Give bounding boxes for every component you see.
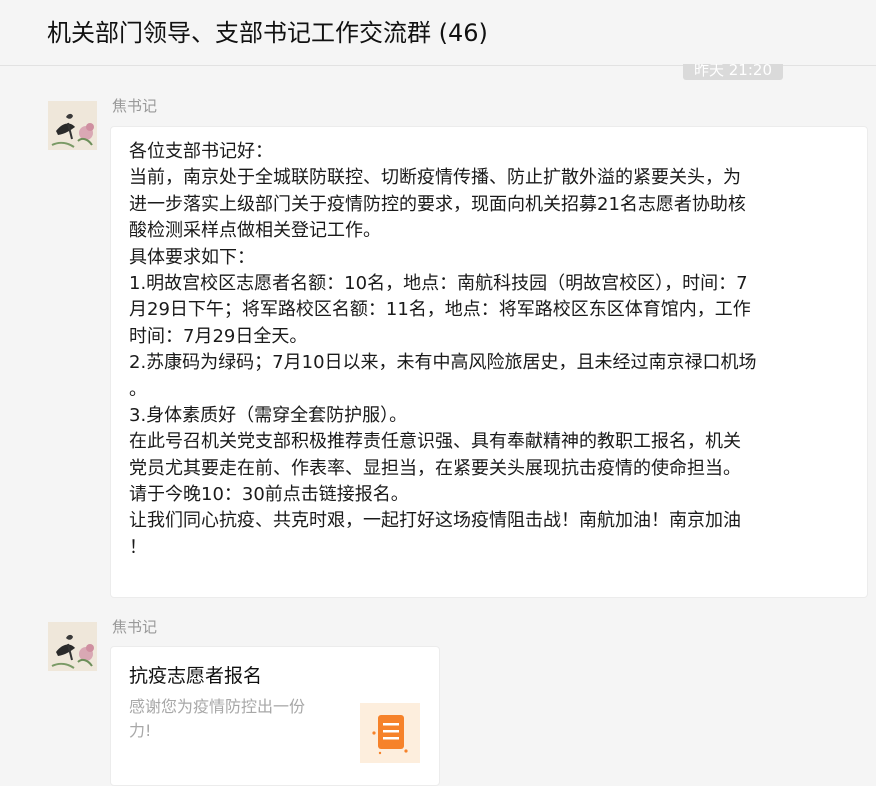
message-line: 具体要求如下：	[129, 246, 255, 268]
message-line: ！	[129, 536, 147, 558]
message-line: 时间：7月29日全天。	[129, 325, 308, 347]
sender-avatar[interactable]	[48, 101, 97, 150]
avatar-image	[48, 622, 97, 671]
link-card[interactable]: 抗疫志愿者报名 感谢您为疫情防控出一份 力!	[110, 646, 440, 786]
card-description-line: 力!	[129, 721, 152, 740]
message-line: 酸检测采样点做相关登记工作。	[129, 220, 381, 242]
message-line: 当前，南京处于全城联防联控、切断疫情传播、防止扩散外溢的紧要关头，为	[129, 167, 741, 189]
card-title: 抗疫志愿者报名	[129, 665, 263, 687]
message-line: 请于今晚10：30前点击链接报名。	[129, 484, 409, 506]
message-line: 各位支部书记好：	[129, 141, 273, 162]
message-line: 在此号召机关党支部积极推荐责任意识强、具有奉献精神的教职工报名，机关	[129, 431, 741, 453]
message-bubble[interactable]: 各位支部书记好： 当前，南京处于全城联防联控、切断疫情传播、防止扩散外溢的紧要关…	[110, 126, 868, 598]
message-line: 。	[129, 378, 147, 400]
message-line: 党员尤其要走在前、作表率、显担当，在紧要关头展现抗击疫情的使命担当。	[129, 457, 741, 479]
form-document-icon	[360, 703, 420, 763]
message-line: 1.明故宫校区志愿者名额：10名，地点：南航科技园（明故宫校区），时间：7	[129, 272, 748, 294]
message-line: 3.身体素质好（需穿全套防护服）。	[129, 404, 408, 426]
message-line: 进一步落实上级部门关于疫情防控的要求，现面向机关招募21名志愿者协助核	[129, 193, 746, 215]
sender-name: 焦书记	[112, 97, 158, 115]
sender-name: 焦书记	[112, 618, 158, 636]
message-text: 各位支部书记好： 当前，南京处于全城联防联控、切断疫情传播、防止扩散外溢的紧要关…	[129, 139, 853, 561]
chat-title[interactable]: 机关部门领导、支部书记工作交流群 (46)	[47, 13, 488, 48]
message-line: 让我们同心抗疫、共克时艰，一起打好这场疫情阻击战！南航加油！南京加油	[129, 510, 741, 532]
chat-header: 机关部门领导、支部书记工作交流群 (46)	[0, 0, 876, 66]
message-timestamp: 昨天 21:20	[683, 64, 783, 80]
message-line: 月29日下午；将军路校区名额：11名，地点：将军路校区东区体育馆内，工作	[129, 299, 751, 321]
card-description: 感谢您为疫情防控出一份 力!	[129, 695, 339, 743]
sender-avatar[interactable]	[48, 622, 97, 671]
message-line: 2.苏康码为绿码；7月10日以来，未有中高风险旅居史，且未经过南京禄口机场	[129, 352, 757, 374]
avatar-image	[48, 101, 97, 150]
card-description-line: 感谢您为疫情防控出一份	[129, 697, 306, 716]
